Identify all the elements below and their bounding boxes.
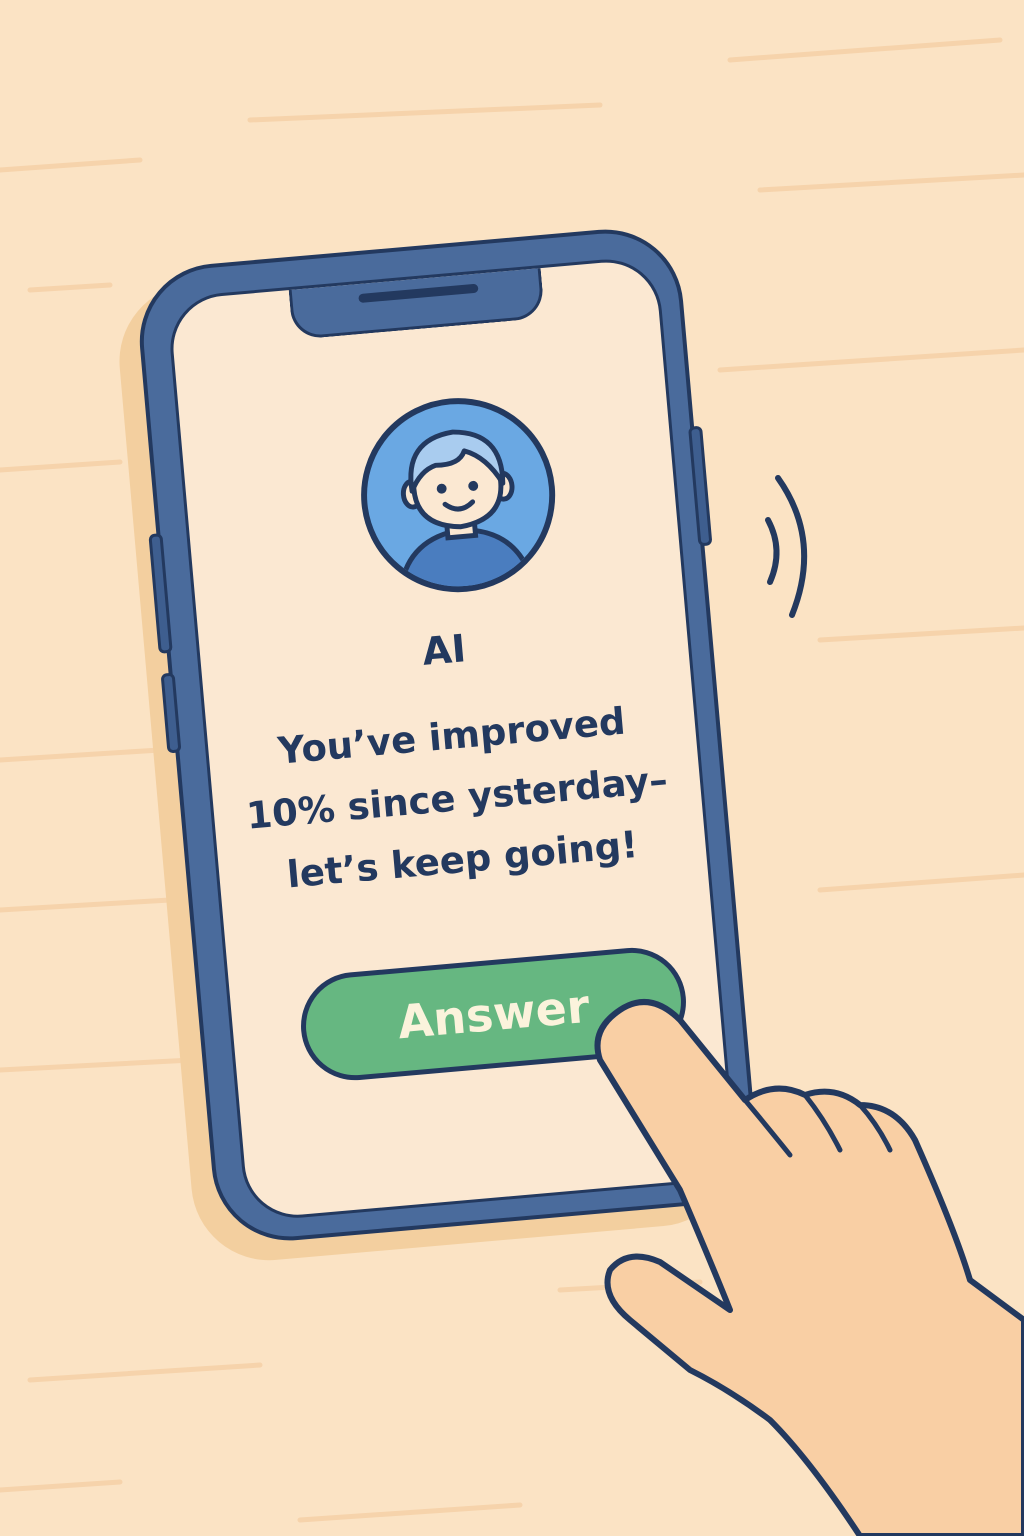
caller-name: AI [420, 626, 468, 674]
phone-notch [288, 262, 546, 340]
illustration-scene: AI You’ve improved 10% since ysterday– l… [0, 0, 1024, 1536]
speaker-grille [358, 283, 479, 304]
pointing-hand-icon [594, 999, 1024, 1536]
call-message: You’ve improved 10% since ysterday– let’… [206, 685, 707, 913]
vibration-waves-icon [765, 475, 808, 618]
user-avatar-icon [361, 398, 556, 594]
